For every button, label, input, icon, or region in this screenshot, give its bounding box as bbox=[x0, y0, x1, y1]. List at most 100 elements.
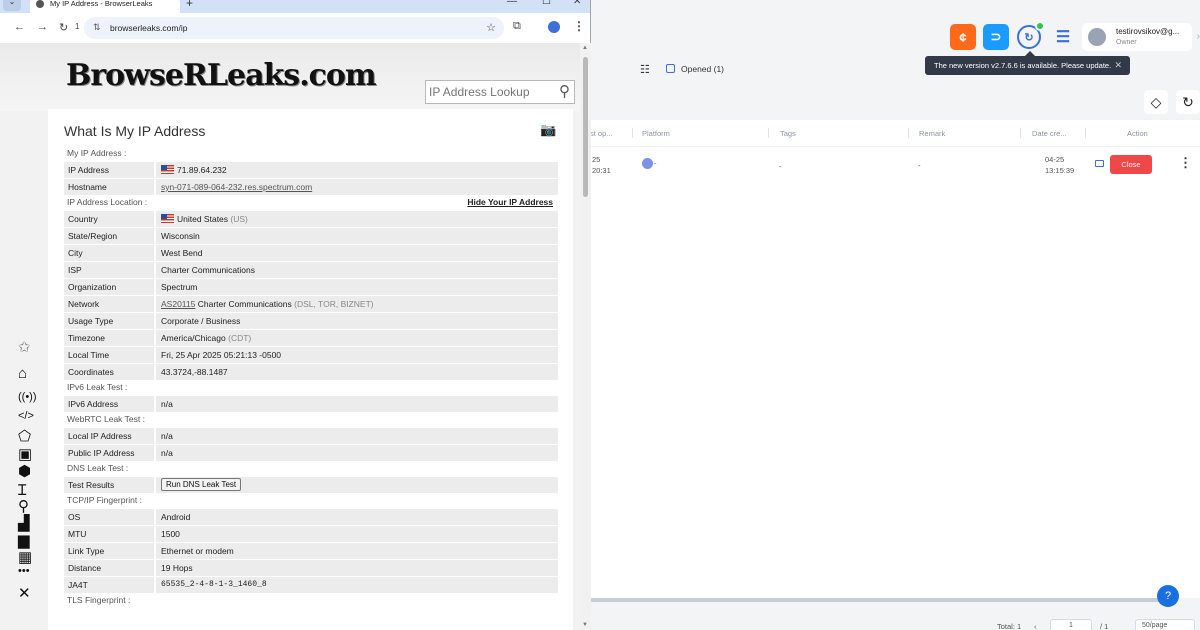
avatar bbox=[1088, 28, 1106, 46]
ip-lookup-search[interactable]: ⚲ bbox=[425, 80, 575, 104]
col-tags[interactable]: Tags bbox=[780, 129, 796, 138]
user-role: Owner bbox=[1116, 39, 1137, 46]
info-row: ISP Charter Communications bbox=[64, 262, 558, 278]
pager-prev-icon[interactable]: ‹ bbox=[1034, 622, 1037, 630]
browser-window: ⌄ My IP Address - BrowserLeaks + — ☐ ✕ ←… bbox=[0, 0, 591, 630]
value-text: 43.3724,-88.1487 bbox=[161, 367, 228, 377]
close-window-icon[interactable]: ✕ bbox=[573, 0, 581, 7]
code-icon[interactable]: </> bbox=[18, 410, 34, 422]
refresh-icon[interactable]: ↻ bbox=[1176, 90, 1200, 114]
row-key: IP Address bbox=[68, 165, 109, 175]
pin-icon[interactable]: ✩ bbox=[18, 338, 31, 356]
chevron-right-icon: › bbox=[1196, 31, 1200, 42]
browser-menu-icon[interactable]: ⋮ bbox=[573, 19, 585, 33]
scrollbar-thumb[interactable] bbox=[583, 57, 588, 197]
location-pin-icon[interactable]: ⚲ bbox=[18, 497, 29, 515]
value-text: n/a bbox=[161, 431, 173, 441]
lock-icon[interactable]: ▆ bbox=[18, 531, 30, 549]
extensions-icon[interactable]: ⧉ bbox=[513, 20, 521, 33]
row-value: Spectrum bbox=[161, 282, 197, 292]
row-key: City bbox=[68, 248, 83, 258]
row-key: Organization bbox=[68, 282, 117, 292]
row-divider bbox=[154, 560, 156, 576]
page-title: What Is My IP Address bbox=[64, 123, 206, 139]
task-list-icon[interactable]: ☰ bbox=[1050, 24, 1076, 50]
broadcast-icon[interactable]: ((•)) bbox=[18, 391, 37, 403]
col-last-open[interactable]: st op... bbox=[590, 129, 613, 138]
address-bar[interactable]: ⇅ browserleaks.com/ip ☆ bbox=[84, 17, 504, 39]
more-options-icon[interactable]: ⋮ bbox=[1179, 155, 1192, 171]
window-icon[interactable] bbox=[1095, 160, 1104, 167]
support-icon[interactable]: ⊃ bbox=[983, 24, 1009, 50]
profile-icon[interactable] bbox=[548, 21, 560, 33]
image-icon[interactable]: ▣ bbox=[18, 445, 32, 463]
us-flag-icon bbox=[161, 165, 174, 174]
bookmark-star-icon[interactable]: ☆ bbox=[486, 21, 496, 34]
sync-icon[interactable]: ↻ bbox=[1017, 21, 1045, 49]
remark-value: - bbox=[918, 161, 921, 170]
date-created: 04-25 bbox=[1045, 155, 1065, 164]
user-menu[interactable]: testirovsikov@g... Owner › bbox=[1082, 23, 1200, 51]
site-info-icon[interactable]: ⇅ bbox=[93, 22, 101, 33]
info-row: State/Region Wisconsin bbox=[64, 228, 558, 244]
pager-of: / 1 bbox=[1100, 622, 1109, 630]
col-action: Action bbox=[1127, 129, 1148, 138]
tag-icon[interactable]: ◇ bbox=[1144, 90, 1168, 114]
info-row: Local IP Address n/a bbox=[64, 428, 558, 444]
row-divider bbox=[154, 577, 156, 593]
scroll-up-icon[interactable]: ▲ bbox=[582, 45, 588, 51]
reload-icon[interactable]: ↻ bbox=[59, 21, 68, 34]
page-input[interactable]: 1 bbox=[1050, 619, 1092, 630]
value-text: United States bbox=[177, 214, 229, 224]
scroll-down-icon[interactable]: ▼ bbox=[582, 622, 588, 628]
per-page-select[interactable]: 50/page bbox=[1135, 619, 1195, 630]
header-divider bbox=[590, 146, 1200, 147]
forward-icon[interactable]: → bbox=[37, 21, 48, 33]
site-logo[interactable]: BrowseRLeaks.com bbox=[66, 58, 377, 93]
col-remark[interactable]: Remark bbox=[919, 129, 945, 138]
horizontal-scrollbar[interactable] bbox=[590, 598, 1160, 602]
maximize-icon[interactable]: ☐ bbox=[542, 0, 551, 7]
online-dot-icon bbox=[1035, 21, 1045, 31]
cube-icon[interactable]: ⬢ bbox=[18, 462, 31, 480]
ip-lookup-input[interactable] bbox=[429, 83, 549, 101]
browser-toolbar: ← → ↻ 1 ⇅ browserleaks.com/ip ☆ ⧉ ⋮ bbox=[0, 13, 590, 43]
col-date-created[interactable]: Date cre... bbox=[1032, 129, 1067, 138]
browser-tab[interactable]: My IP Address - BrowserLeaks bbox=[30, 0, 180, 13]
filter-settings-icon[interactable]: ☷ bbox=[640, 63, 650, 76]
minimize-icon[interactable]: — bbox=[507, 0, 517, 7]
hostname-link[interactable]: syn-071-089-064-232.res.spectrum.com bbox=[161, 182, 312, 192]
tab-search-icon[interactable]: ⌄ bbox=[3, 0, 21, 11]
row-value: United States (US) bbox=[161, 214, 248, 224]
new-tab-icon[interactable]: + bbox=[186, 0, 193, 10]
row-value: Ethernet or modem bbox=[161, 546, 234, 556]
firewall-icon[interactable]: ▦ bbox=[18, 548, 32, 566]
asn-link[interactable]: AS20115 bbox=[161, 299, 195, 309]
row-value: n/a bbox=[161, 448, 173, 458]
home-icon[interactable]: ⌂ bbox=[18, 365, 27, 382]
signal-bars-icon[interactable]: ▟ bbox=[18, 514, 30, 532]
row-value: 43.3724,-88.1487 bbox=[161, 367, 228, 377]
close-icon[interactable]: ✕ bbox=[1114, 56, 1122, 75]
run-dns-leak-test-button[interactable]: Run DNS Leak Test bbox=[161, 478, 242, 491]
favicon-icon bbox=[36, 0, 44, 8]
opened-checkbox[interactable] bbox=[666, 64, 675, 73]
coin-icon[interactable]: ¢ bbox=[950, 24, 976, 50]
search-icon[interactable]: ⚲ bbox=[559, 82, 570, 100]
vertical-scrollbar[interactable]: ▲ ▼ bbox=[580, 43, 591, 630]
help-chat-icon[interactable]: ? bbox=[1157, 585, 1179, 607]
globe-icon bbox=[642, 158, 653, 169]
row-value[interactable]: syn-071-089-064-232.res.spectrum.com bbox=[161, 182, 312, 192]
back-icon[interactable]: ← bbox=[14, 21, 25, 33]
puzzle-icon[interactable]: ⬠ bbox=[18, 427, 31, 445]
update-tooltip-text: The new version v2.7.6.6 is available. P… bbox=[934, 61, 1112, 70]
row-key: Timezone bbox=[68, 333, 106, 343]
hide-ip-link[interactable]: Hide Your IP Address bbox=[467, 197, 553, 207]
camera-icon[interactable]: 📷 bbox=[540, 122, 556, 138]
col-platform[interactable]: Platform bbox=[642, 129, 670, 138]
more-dots-icon[interactable]: ••• bbox=[18, 565, 30, 577]
tools-icon[interactable]: ✕ bbox=[18, 584, 31, 602]
row-value: Android bbox=[161, 512, 190, 522]
value-text: Wisconsin bbox=[161, 231, 200, 241]
close-profile-button[interactable]: Close bbox=[1110, 155, 1152, 174]
